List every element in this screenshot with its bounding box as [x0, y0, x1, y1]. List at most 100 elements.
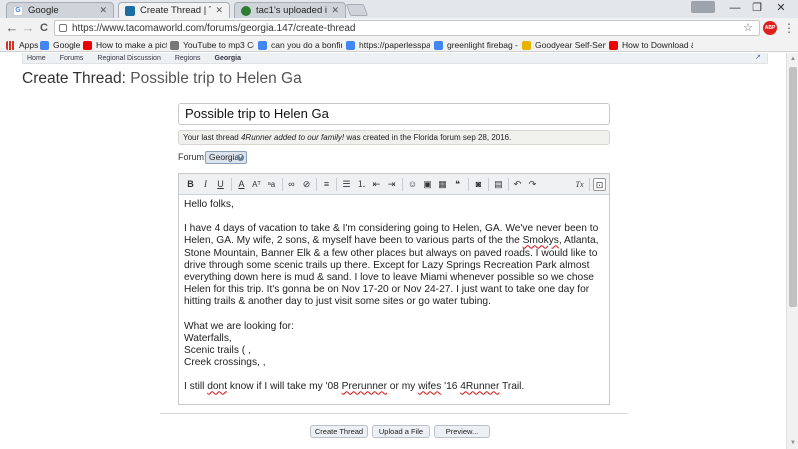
breadcrumb-georgia[interactable]: Georgia — [215, 55, 241, 62]
bookmark-star-icon[interactable]: ☆ — [743, 21, 753, 35]
toolbar-divider — [468, 178, 469, 191]
bookmark-label: YouTube to mp3 Conv — [183, 40, 254, 50]
italic-icon[interactable]: I — [199, 178, 212, 191]
post-text: '16 — [441, 381, 461, 393]
toolbar-divider — [508, 178, 509, 191]
font-size-icon[interactable]: Aᵀ — [250, 178, 263, 191]
address-bar[interactable]: https://www.tacomaworld.com/forums/georg… — [54, 20, 760, 36]
create-thread-button[interactable]: Create Thread — [310, 425, 368, 438]
bookmark-label: Goodyear Self-Service — [535, 40, 606, 50]
google-icon — [40, 40, 49, 50]
upload-file-button[interactable]: Upload a File — [372, 425, 430, 438]
align-icon[interactable]: ≡ — [320, 178, 333, 191]
smilie-icon[interactable]: ☺ — [406, 178, 419, 191]
post-line: Creek crossings, , — [184, 357, 266, 369]
editor-body[interactable]: Hello folks, I have 4 days of vacation t… — [184, 199, 604, 394]
unlink-icon[interactable]: ⊘ — [300, 178, 313, 191]
page-title-prefix: Create Thread: — [22, 70, 126, 87]
lock-icon — [59, 24, 67, 32]
undo-icon[interactable]: ↶ — [511, 178, 524, 191]
redo-icon[interactable]: ↷ — [526, 178, 539, 191]
misspelled-word: Smokys — [522, 235, 559, 247]
bbcode-toggle-icon[interactable]: ⊡ — [593, 178, 606, 191]
form-divider — [160, 413, 628, 414]
youtube-icon — [609, 40, 618, 50]
bookmarks-bar: Apps Google How to make a pictur YouTube… — [0, 38, 798, 52]
back-button[interactable]: ← — [4, 20, 20, 36]
media-icon[interactable]: ▦ — [436, 178, 449, 191]
tab-create-thread[interactable]: Create Thread | Tacoma ✕ — [118, 2, 230, 18]
remove-format-icon[interactable]: Tx — [573, 178, 586, 191]
numbered-list-icon[interactable]: ⒈ — [355, 178, 368, 191]
breadcrumb-regions[interactable]: Regions — [175, 55, 201, 62]
page-content: Home Forums Regional Discussion Regions … — [0, 53, 786, 449]
bookmark-label: https://paperlesspay. — [359, 40, 430, 50]
notice-thread-link[interactable]: 4Runner added to our family! — [241, 133, 344, 142]
outdent-icon[interactable]: ⇤ — [370, 178, 383, 191]
close-icon[interactable]: ✕ — [331, 5, 339, 16]
bookmark-how-to-make[interactable]: How to make a pictur — [83, 39, 167, 51]
tab-google[interactable]: G Google ✕ — [6, 2, 114, 18]
message-editor[interactable]: B I U A Aᵀ ᵃa ∞ ⊘ ≡ ☰ ⒈ ⇤ ⇥ ☺ ▣ ▦ ❝ ◙ ▤ — [178, 173, 610, 405]
breadcrumb-regional-discussion[interactable]: Regional Discussion — [97, 55, 160, 62]
preview-button[interactable]: Preview... — [434, 425, 490, 438]
post-text: or my — [386, 381, 419, 393]
bookmark-greenlight[interactable]: greenlight firebag - G — [434, 39, 518, 51]
url-text: https://www.tacomaworld.com/forums/georg… — [72, 22, 356, 34]
reload-button[interactable]: C — [36, 20, 52, 36]
google-icon: G — [13, 5, 23, 16]
browser-menu-icon[interactable]: ⋮ — [783, 20, 795, 36]
toolbar-divider — [589, 178, 590, 191]
bookmark-paperlesspay[interactable]: https://paperlesspay. — [346, 39, 430, 51]
page-scrollbar[interactable]: ▲ ▼ — [786, 53, 798, 449]
breadcrumb-forums[interactable]: Forums — [60, 55, 84, 62]
bookmark-bonfire[interactable]: can you do a bonfire — [258, 39, 342, 51]
tab-uploaded-images[interactable]: tac1's uploaded images ✕ — [234, 2, 346, 18]
notice-forum-link[interactable]: Florida — [414, 133, 438, 142]
jump-arrow-icon[interactable]: ↗ — [755, 54, 763, 62]
maximize-button[interactable]: ❐ — [746, 0, 768, 16]
page-title: Create Thread: Possible trip to Helen Ga — [22, 70, 302, 88]
bookmark-how-to-download[interactable]: How to Download & F — [609, 39, 693, 51]
close-icon[interactable]: ✕ — [215, 5, 223, 16]
minimize-button[interactable]: — — [724, 0, 746, 16]
converter-icon — [170, 40, 179, 50]
scrollbar-thumb[interactable] — [789, 67, 797, 307]
imageshack-icon — [241, 5, 251, 16]
scroll-up-icon[interactable]: ▲ — [789, 55, 797, 63]
google-icon — [346, 40, 355, 50]
youtube-icon — [83, 40, 92, 50]
post-text: I still — [184, 381, 208, 393]
bookmark-label: How to make a pictur — [96, 40, 167, 50]
scroll-down-icon[interactable]: ▼ — [789, 439, 797, 447]
close-icon[interactable]: ✕ — [99, 5, 107, 16]
close-window-button[interactable]: ✕ — [770, 0, 792, 16]
link-icon[interactable]: ∞ — [285, 178, 298, 191]
thread-title-input[interactable]: Possible trip to Helen Ga — [178, 103, 610, 125]
text-color-icon[interactable]: A — [235, 178, 248, 191]
underline-icon[interactable]: U — [214, 178, 227, 191]
bookmark-google[interactable]: Google — [40, 39, 80, 51]
font-family-icon[interactable]: ᵃa — [265, 178, 278, 191]
forum-select[interactable]: Georgia ▼ — [205, 151, 247, 164]
toolbar-divider — [282, 178, 283, 191]
adblock-icon[interactable]: ABP — [763, 21, 777, 35]
bullet-list-icon[interactable]: ☰ — [340, 178, 353, 191]
save-draft-icon[interactable]: ▤ — [492, 178, 505, 191]
quote-icon[interactable]: ❝ — [451, 178, 464, 191]
tab-strip: G Google ✕ Create Thread | Tacoma ✕ tac1… — [0, 0, 798, 18]
profile-icon[interactable] — [691, 1, 715, 13]
indent-icon[interactable]: ⇥ — [385, 178, 398, 191]
bookmark-youtube-mp3[interactable]: YouTube to mp3 Conv — [170, 39, 254, 51]
post-line: What we are looking for: — [184, 320, 294, 332]
breadcrumb-home[interactable]: Home — [27, 55, 46, 62]
bold-icon[interactable]: B — [184, 178, 197, 191]
forward-button[interactable]: → — [20, 20, 36, 36]
camera-icon[interactable]: ◙ — [472, 178, 485, 191]
image-icon[interactable]: ▣ — [421, 178, 434, 191]
chevron-down-icon: ▼ — [237, 154, 244, 161]
bookmark-goodyear[interactable]: Goodyear Self-Service — [522, 39, 606, 51]
toolbar-divider — [488, 178, 489, 191]
misspelled-word: wifes — [418, 381, 442, 393]
new-tab-button[interactable] — [345, 4, 369, 16]
